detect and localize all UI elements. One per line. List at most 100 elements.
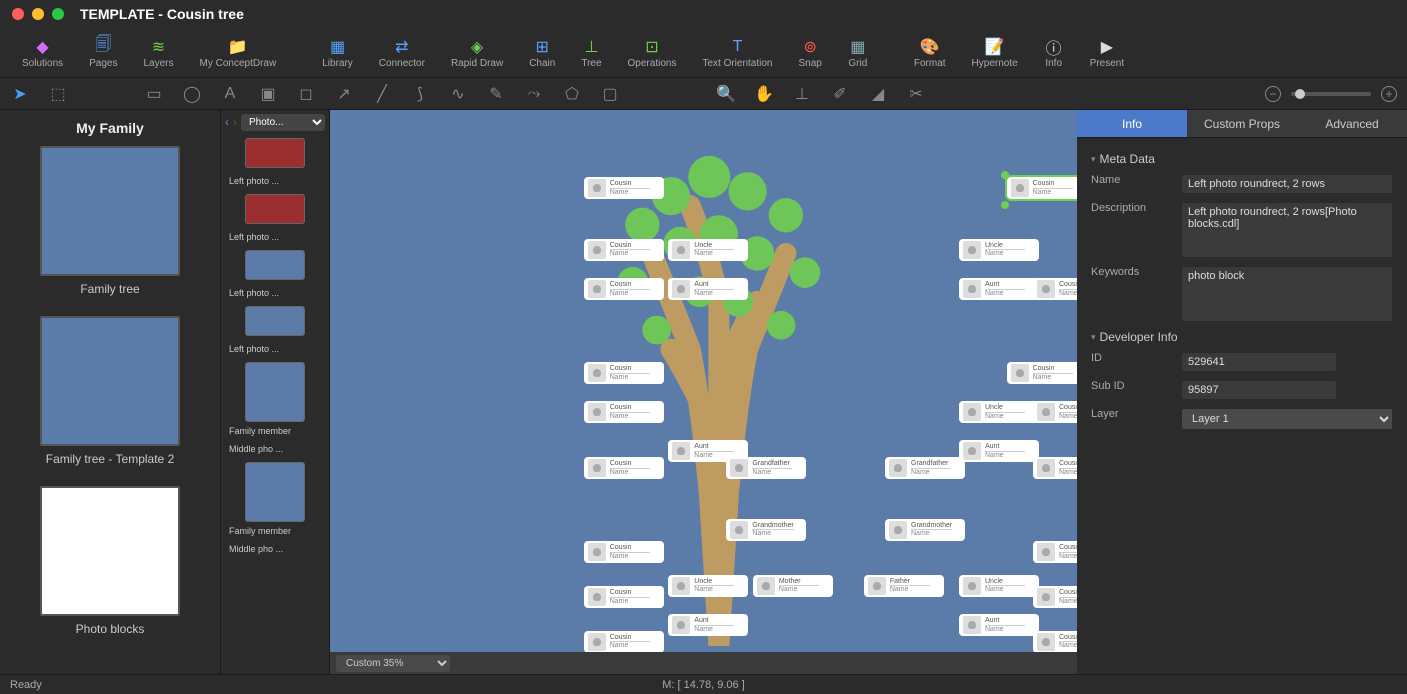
person-card[interactable]: CousinName xyxy=(1033,631,1077,653)
toolbar-connector[interactable]: ⇄Connector xyxy=(367,33,437,73)
person-card[interactable]: CousinName xyxy=(584,177,664,199)
pan-tool[interactable]: ✋ xyxy=(754,84,774,104)
person-card[interactable]: CousinName xyxy=(584,401,664,423)
toolbar-layers[interactable]: ≋Layers xyxy=(132,33,186,73)
tab-custom-props[interactable]: Custom Props xyxy=(1187,110,1297,138)
keywords-input[interactable] xyxy=(1181,266,1393,322)
fill-tool[interactable]: ◢ xyxy=(868,84,888,104)
person-card[interactable]: CousinName xyxy=(584,541,664,563)
toolbar-operations[interactable]: ⊡Operations xyxy=(616,33,689,73)
person-card[interactable]: CousinName xyxy=(1033,278,1077,300)
toolbar-text-orientation[interactable]: TText Orientation xyxy=(690,33,784,73)
search-icon[interactable]: 🔍 xyxy=(716,84,736,104)
arrow-tool[interactable]: ↗ xyxy=(334,84,354,104)
person-card[interactable]: UncleName xyxy=(668,239,748,261)
description-input[interactable] xyxy=(1181,202,1393,258)
person-card[interactable]: GrandfatherName xyxy=(885,457,965,479)
callout-tool[interactable]: ◻ xyxy=(296,84,316,104)
toolbar-present[interactable]: ▶Present xyxy=(1078,33,1136,73)
person-card[interactable]: CousinName xyxy=(584,362,664,384)
library-forward-button[interactable]: › xyxy=(233,115,237,129)
person-card[interactable]: FatherName xyxy=(864,575,944,597)
person-card[interactable]: UncleName xyxy=(959,575,1039,597)
library-item[interactable] xyxy=(225,138,325,168)
person-card[interactable]: CousinName xyxy=(1007,362,1077,384)
library-item[interactable]: Left photo ... xyxy=(225,176,325,186)
person-card[interactable]: GrandfatherName xyxy=(726,457,806,479)
zoom-level-select[interactable]: Custom 35% xyxy=(336,655,450,672)
crop-tool[interactable]: ⬚ xyxy=(48,84,68,104)
toolbar-solutions[interactable]: ◆Solutions xyxy=(10,33,75,73)
pointer-tool[interactable]: ➤ xyxy=(10,84,30,104)
person-card[interactable]: AuntName xyxy=(668,278,748,300)
person-card[interactable]: UncleName xyxy=(668,575,748,597)
layer-select[interactable]: Layer 1 xyxy=(1181,408,1393,430)
rect-tool[interactable]: ▭ xyxy=(144,84,164,104)
library-item[interactable] xyxy=(225,306,325,336)
eyedropper-tool[interactable]: ✐ xyxy=(830,84,850,104)
pen-tool[interactable]: ✎ xyxy=(486,84,506,104)
zoom-slider[interactable] xyxy=(1291,92,1371,96)
freehand-tool[interactable]: ∿ xyxy=(448,84,468,104)
person-card[interactable]: CousinName xyxy=(584,239,664,261)
person-card[interactable]: CousinName xyxy=(1007,177,1077,199)
selection-handle[interactable] xyxy=(1001,171,1009,179)
polygon-tool[interactable]: ⬠ xyxy=(562,84,582,104)
minimize-button[interactable] xyxy=(32,8,44,20)
selection-handle[interactable] xyxy=(1001,201,1009,209)
toolbar-snap[interactable]: ⊚Snap xyxy=(787,33,834,73)
frame-tool[interactable]: ▢ xyxy=(600,84,620,104)
person-card[interactable]: AuntName xyxy=(668,614,748,636)
person-card[interactable]: UncleName xyxy=(959,401,1039,423)
toolbar-tree[interactable]: ⊥Tree xyxy=(569,33,613,73)
tab-info[interactable]: Info xyxy=(1077,110,1187,138)
arc-tool[interactable]: ⟆ xyxy=(410,84,430,104)
library-item[interactable]: Middle pho ... xyxy=(225,444,325,454)
close-button[interactable] xyxy=(12,8,24,20)
bezier-tool[interactable]: ⤳ xyxy=(524,84,544,104)
person-card[interactable]: AuntName xyxy=(959,614,1039,636)
tab-advanced[interactable]: Advanced xyxy=(1297,110,1407,138)
library-item[interactable]: Family member xyxy=(225,462,325,536)
stamp-tool[interactable]: ⊥ xyxy=(792,84,812,104)
person-card[interactable]: MotherName xyxy=(753,575,833,597)
person-card[interactable]: UncleName xyxy=(959,239,1039,261)
maximize-button[interactable] xyxy=(52,8,64,20)
library-item[interactable]: Left photo ... xyxy=(225,344,325,354)
library-item[interactable]: Left photo ... xyxy=(225,288,325,298)
person-card[interactable]: GrandmotherName xyxy=(726,519,806,541)
person-card[interactable]: CousinName xyxy=(584,586,664,608)
person-card[interactable]: CousinName xyxy=(584,457,664,479)
toolbar-rapid-draw[interactable]: ◈Rapid Draw xyxy=(439,33,515,73)
page-thumbnail[interactable]: Family tree xyxy=(10,146,210,296)
toolbar-library[interactable]: ▦Library xyxy=(310,33,365,73)
library-item[interactable]: Middle pho ... xyxy=(225,544,325,554)
name-input[interactable] xyxy=(1181,174,1393,194)
line-tool[interactable]: ╱ xyxy=(372,84,392,104)
person-card[interactable]: AuntName xyxy=(959,440,1039,462)
library-selector[interactable]: Photo... xyxy=(241,114,325,131)
person-card[interactable]: AuntName xyxy=(959,278,1039,300)
toolbar-hypernote[interactable]: 📝Hypernote xyxy=(960,33,1030,73)
canvas[interactable]: CousinNameCousinNameCousinNameUncleNameU… xyxy=(330,110,1077,674)
page-thumbnail[interactable]: Family tree - Template 2 xyxy=(10,316,210,466)
person-card[interactable]: CousinName xyxy=(1033,541,1077,563)
subid-input[interactable] xyxy=(1181,380,1337,400)
zoom-out-button[interactable]: − xyxy=(1265,86,1281,102)
library-back-button[interactable]: ‹ xyxy=(225,115,229,129)
person-card[interactable]: GrandmotherName xyxy=(885,519,965,541)
library-item[interactable] xyxy=(225,194,325,224)
page-thumbnail[interactable]: Photo blocks xyxy=(10,486,210,636)
library-item[interactable]: Family member xyxy=(225,362,325,436)
metadata-section-title[interactable]: Meta Data xyxy=(1091,152,1393,166)
toolbar-format[interactable]: 🎨Format xyxy=(902,33,958,73)
toolbar-my-conceptdraw[interactable]: 📁My ConceptDraw xyxy=(188,33,289,73)
id-input[interactable] xyxy=(1181,352,1337,372)
text-tool[interactable]: A xyxy=(220,84,240,104)
person-card[interactable]: CousinName xyxy=(1033,586,1077,608)
person-card[interactable]: CousinName xyxy=(584,631,664,653)
person-card[interactable]: CousinName xyxy=(1033,401,1077,423)
toolbar-grid[interactable]: ▦Grid xyxy=(836,33,880,73)
person-card[interactable]: CousinName xyxy=(1033,457,1077,479)
devinfo-section-title[interactable]: Developer Info xyxy=(1091,330,1393,344)
